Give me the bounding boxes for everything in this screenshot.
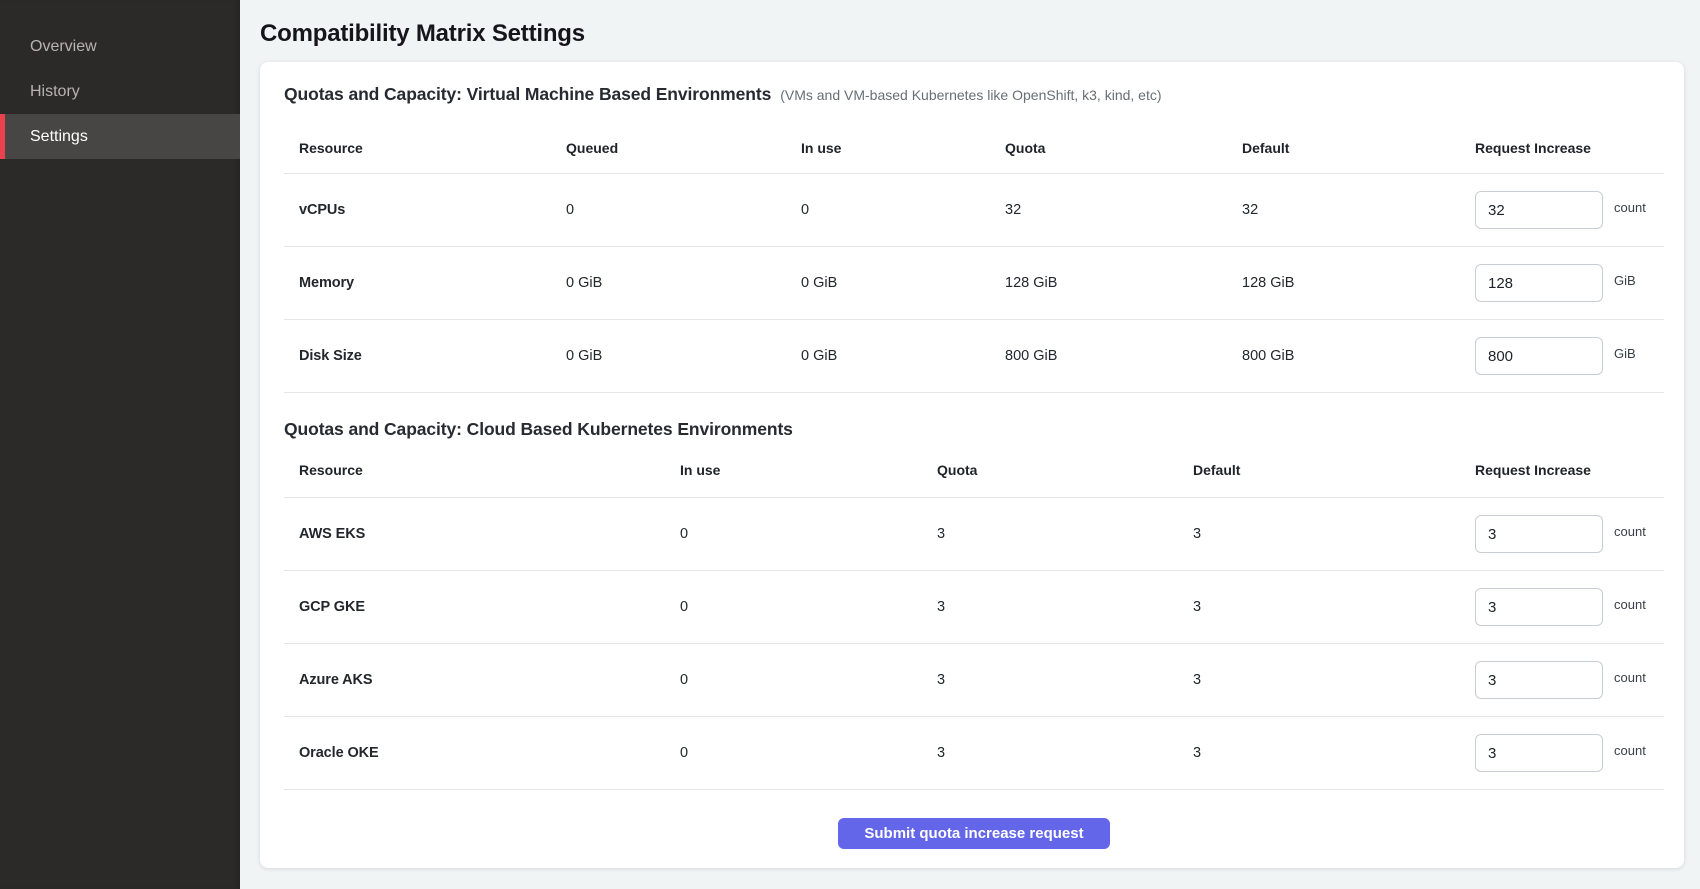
k8s-quota-table: Resource In use Quota Default Request In… [284, 443, 1664, 790]
column-header-request-increase: Request Increase [1460, 140, 1664, 173]
column-header-in-use: In use [786, 140, 990, 173]
cell-resource: AWS EKS [284, 526, 665, 542]
cell-request-increase: count [1460, 588, 1664, 626]
cell-default: 3 [1178, 672, 1460, 688]
aws-eks-request-input[interactable] [1475, 515, 1603, 553]
oracle-oke-request-input[interactable] [1475, 734, 1603, 772]
unit-label: count [1614, 597, 1646, 612]
table-row-memory: Memory 0 GiB 0 GiB 128 GiB 128 GiB GiB [284, 247, 1664, 320]
cell-in-use: 0 [665, 745, 922, 761]
page-title: Compatibility Matrix Settings [260, 20, 1684, 48]
column-header-queued: Queued [551, 140, 786, 173]
cell-default: 3 [1178, 526, 1460, 542]
vm-section-subtitle: (VMs and VM-based Kubernetes like OpenSh… [780, 87, 1161, 103]
quotas-card: Quotas and Capacity: Virtual Machine Bas… [260, 62, 1684, 868]
cell-default: 128 GiB [1227, 275, 1460, 291]
table-row-disk-size: Disk Size 0 GiB 0 GiB 800 GiB 800 GiB Gi… [284, 320, 1664, 393]
cell-resource: Memory [284, 275, 551, 291]
cell-resource: GCP GKE [284, 599, 665, 615]
cell-request-increase: count [1460, 734, 1664, 772]
sidebar-nav: Overview History Settings [0, 0, 240, 159]
cell-quota: 800 GiB [990, 348, 1227, 364]
k8s-section-title: Quotas and Capacity: Cloud Based Kuberne… [284, 419, 793, 440]
cell-queued: 0 [551, 202, 786, 218]
cell-quota: 3 [922, 745, 1178, 761]
disk-size-request-input[interactable] [1475, 337, 1603, 375]
cell-default: 3 [1178, 599, 1460, 615]
cell-queued: 0 GiB [551, 348, 786, 364]
column-header-default: Default [1227, 140, 1460, 173]
cell-queued: 0 GiB [551, 275, 786, 291]
cell-resource: Oracle OKE [284, 745, 665, 761]
cell-request-increase: count [1460, 515, 1664, 553]
memory-request-input[interactable] [1475, 264, 1603, 302]
sidebar: Overview History Settings [0, 0, 240, 889]
cell-request-increase: GiB [1460, 337, 1664, 375]
cell-resource: Azure AKS [284, 672, 665, 688]
table-row-oracle-oke: Oracle OKE 0 3 3 count [284, 717, 1664, 790]
unit-label: count [1614, 200, 1646, 215]
cell-in-use: 0 GiB [786, 275, 990, 291]
column-header-resource: Resource [284, 140, 551, 173]
column-header-default: Default [1178, 462, 1460, 497]
cell-default: 800 GiB [1227, 348, 1460, 364]
unit-label: GiB [1614, 346, 1636, 361]
vm-section-heading: Quotas and Capacity: Virtual Machine Bas… [284, 84, 1664, 108]
cell-in-use: 0 [665, 526, 922, 542]
cell-quota: 3 [922, 672, 1178, 688]
unit-label: count [1614, 743, 1646, 758]
sidebar-item-history[interactable]: History [0, 69, 240, 114]
cell-request-increase: GiB [1460, 264, 1664, 302]
vm-quota-table: Resource Queued In use Quota Default Req… [284, 108, 1664, 393]
sidebar-item-overview[interactable]: Overview [0, 24, 240, 69]
vm-section-title: Quotas and Capacity: Virtual Machine Bas… [284, 84, 771, 105]
cell-in-use: 0 GiB [786, 348, 990, 364]
column-header-quota: Quota [922, 462, 1178, 497]
table-row-vcpus: vCPUs 0 0 32 32 count [284, 174, 1664, 247]
cell-default: 3 [1178, 745, 1460, 761]
cell-resource: Disk Size [284, 348, 551, 364]
cell-quota: 3 [922, 599, 1178, 615]
unit-label: GiB [1614, 273, 1636, 288]
vm-table-header-row: Resource Queued In use Quota Default Req… [284, 108, 1664, 174]
k8s-table-header-row: Resource In use Quota Default Request In… [284, 443, 1664, 498]
cell-request-increase: count [1460, 191, 1664, 229]
cell-quota: 3 [922, 526, 1178, 542]
main-content: Compatibility Matrix Settings Quotas and… [240, 0, 1700, 889]
cell-quota: 32 [990, 202, 1227, 218]
cell-request-increase: count [1460, 661, 1664, 699]
cell-in-use: 0 [665, 599, 922, 615]
cell-resource: vCPUs [284, 202, 551, 218]
column-header-quota: Quota [990, 140, 1227, 173]
gcp-gke-request-input[interactable] [1475, 588, 1603, 626]
table-row-aws-eks: AWS EKS 0 3 3 count [284, 498, 1664, 571]
submit-row: Submit quota increase request [284, 818, 1664, 849]
cell-in-use: 0 [786, 202, 990, 218]
unit-label: count [1614, 670, 1646, 685]
column-header-in-use: In use [665, 462, 922, 497]
column-header-request-increase: Request Increase [1460, 462, 1664, 497]
cell-quota: 128 GiB [990, 275, 1227, 291]
column-header-resource: Resource [284, 462, 665, 497]
sidebar-item-settings[interactable]: Settings [0, 114, 240, 159]
azure-aks-request-input[interactable] [1475, 661, 1603, 699]
k8s-section-heading: Quotas and Capacity: Cloud Based Kuberne… [284, 419, 1664, 443]
table-row-azure-aks: Azure AKS 0 3 3 count [284, 644, 1664, 717]
unit-label: count [1614, 524, 1646, 539]
cell-default: 32 [1227, 202, 1460, 218]
submit-quota-button[interactable]: Submit quota increase request [838, 818, 1109, 849]
table-row-gcp-gke: GCP GKE 0 3 3 count [284, 571, 1664, 644]
vcpus-request-input[interactable] [1475, 191, 1603, 229]
app-window: Overview History Settings Compatibility … [0, 0, 1700, 889]
cell-in-use: 0 [665, 672, 922, 688]
